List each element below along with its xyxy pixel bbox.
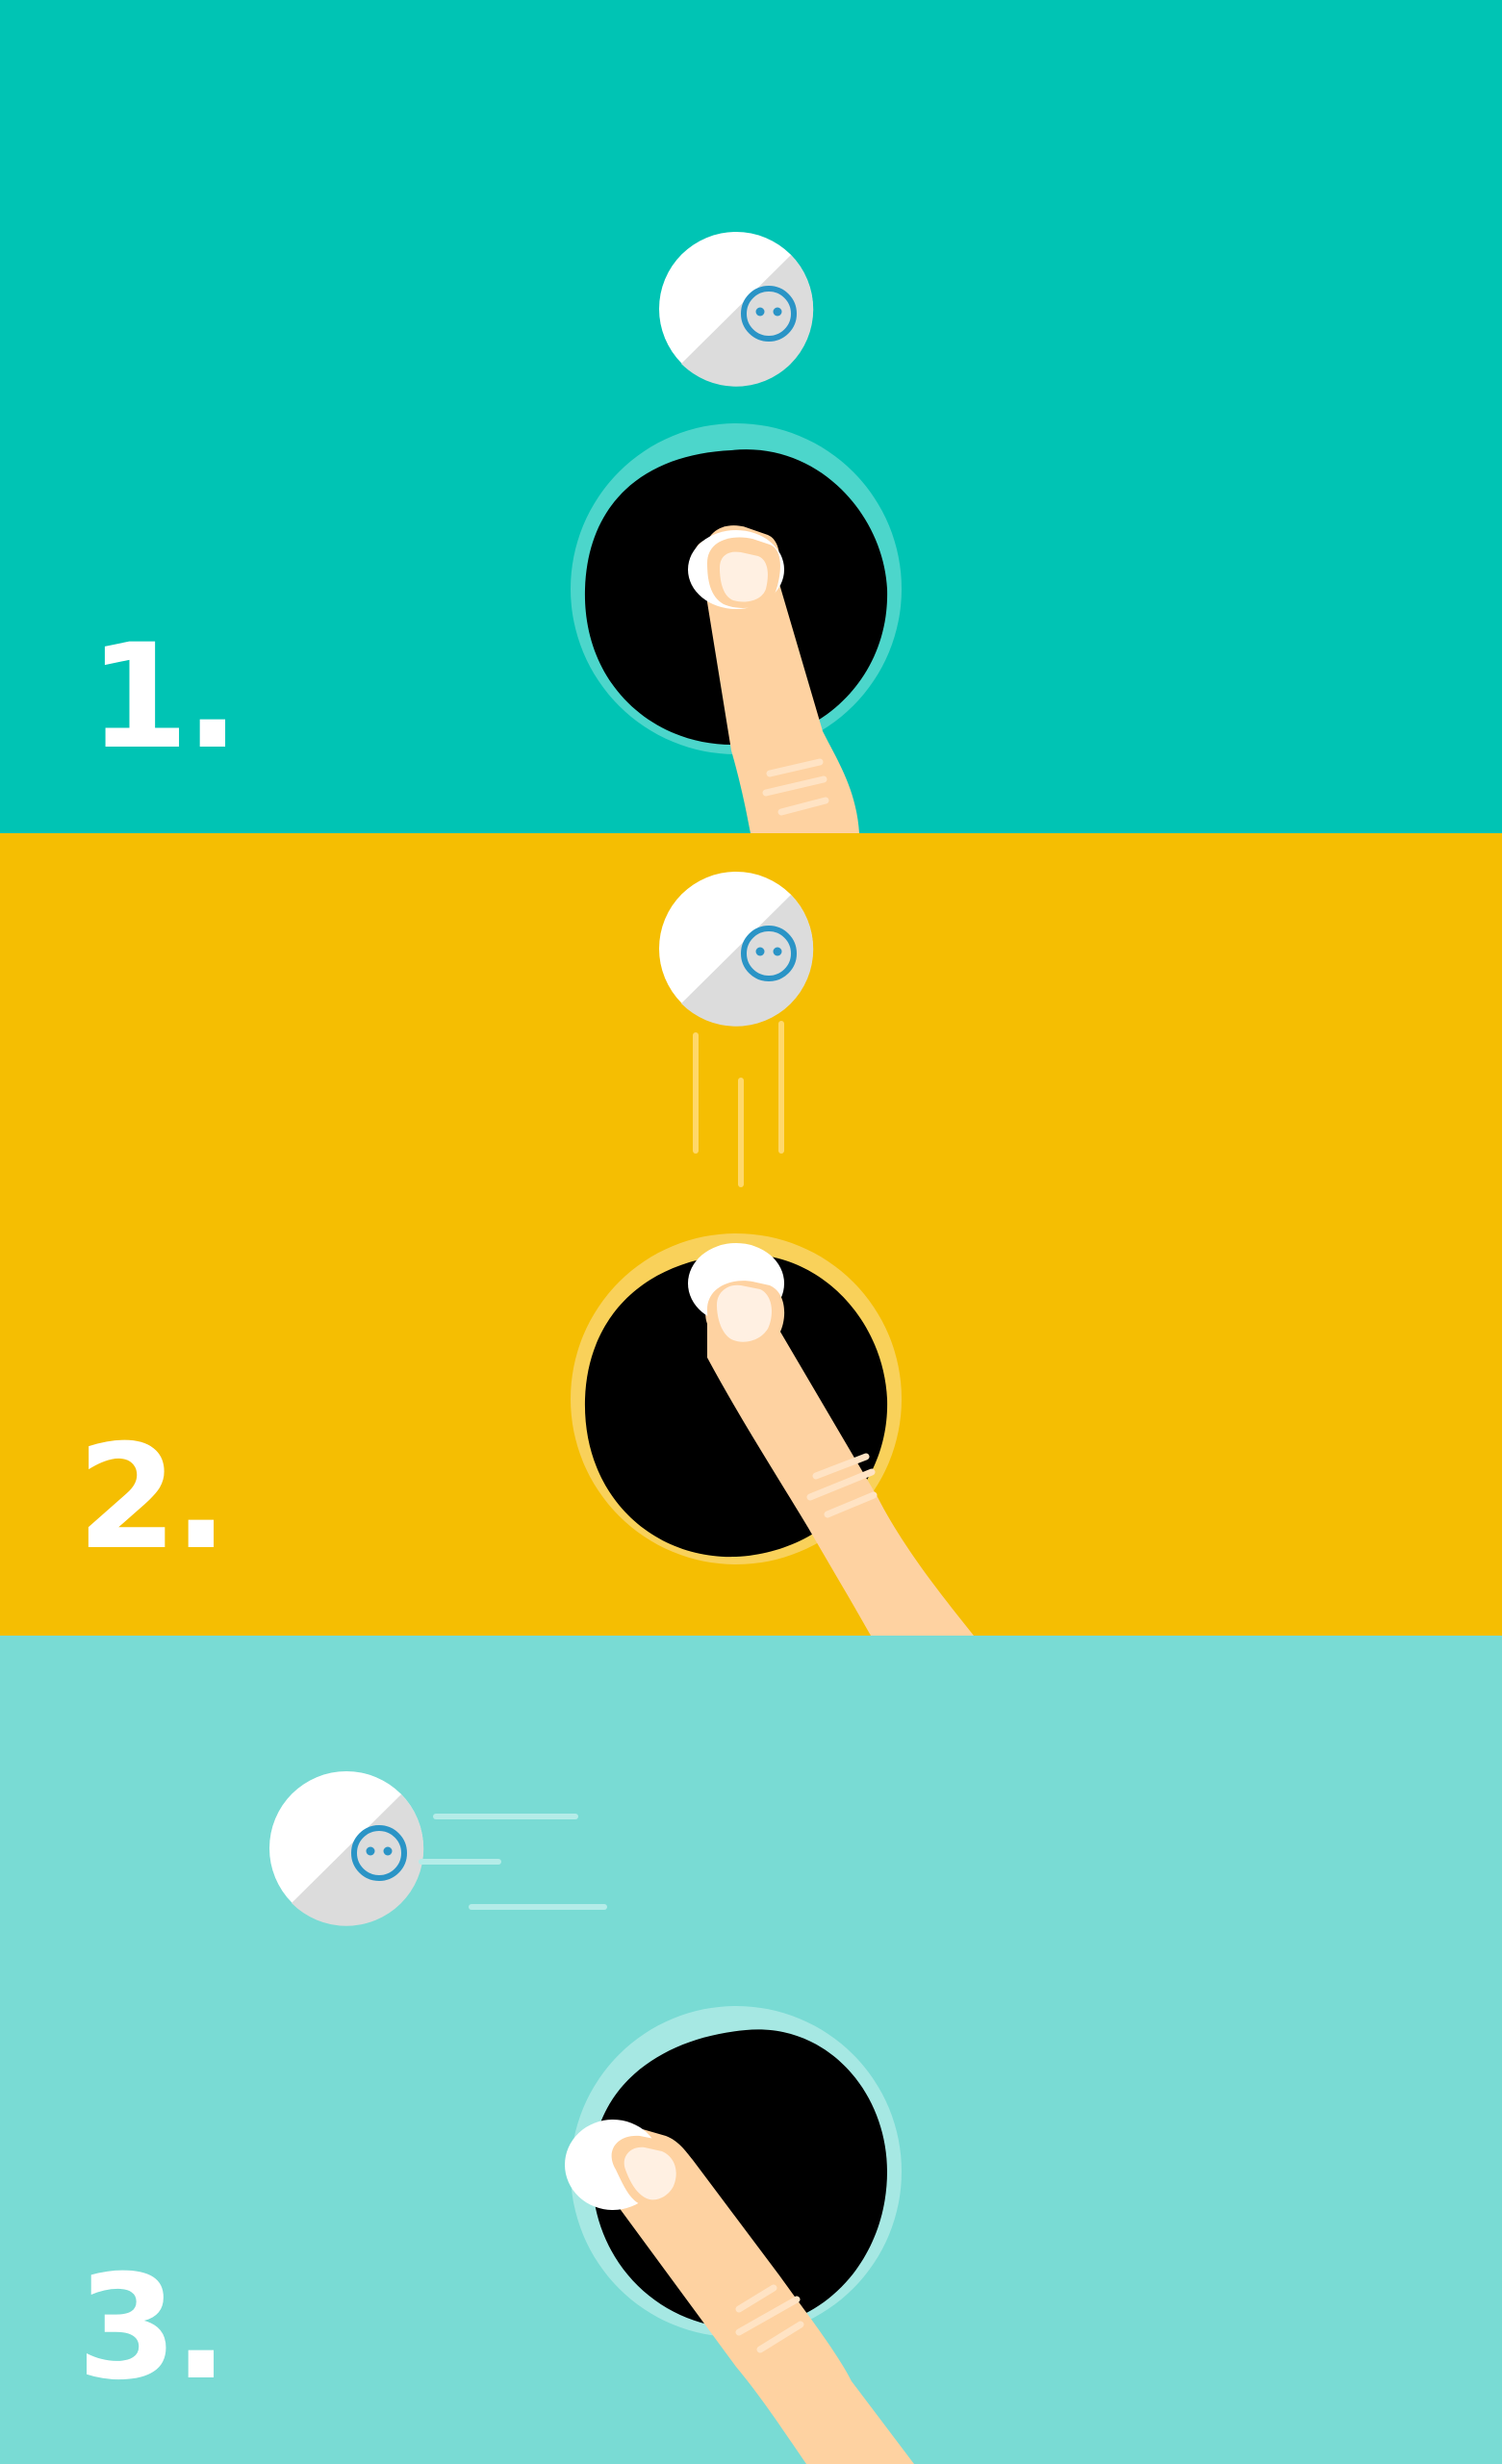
robot-ball [269,1771,424,1926]
motion-lines [419,1814,607,1910]
step-number-1: 1. [89,614,240,781]
step-1-panel: 1. [0,0,1502,833]
step-2-illustration [571,872,974,1636]
step-number-3: 3. [77,2245,228,2412]
step-2-panel: 2. [0,833,1502,1636]
motion-lines [693,1021,784,1187]
robot-ball [659,232,814,387]
step-3-panel: 3. [0,1636,1502,2464]
step-3-illustration [269,1771,914,2464]
step-number-2: 2. [77,1414,228,1582]
robot-ball [659,872,814,1027]
